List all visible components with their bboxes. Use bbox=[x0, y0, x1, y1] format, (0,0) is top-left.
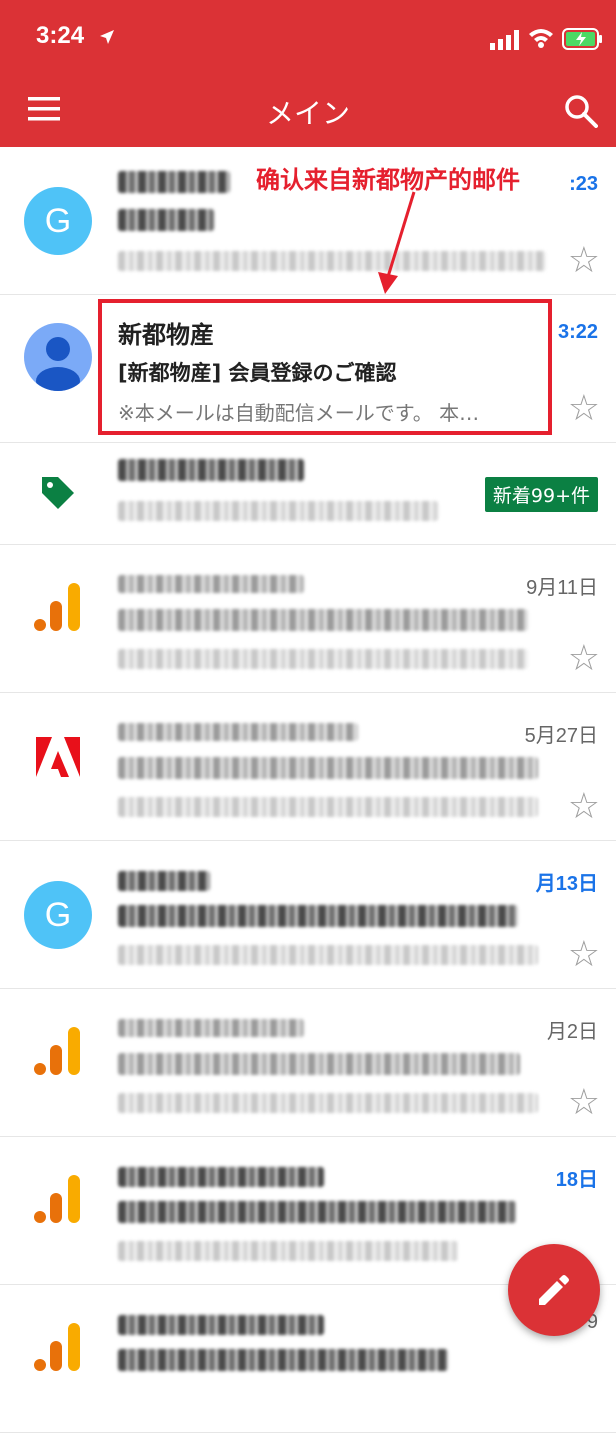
person-icon bbox=[36, 337, 80, 391]
wifi-icon bbox=[529, 29, 553, 48]
email-row[interactable]: 新都物産 [新都物産] 会員登録のご確認 ※本メールは自動配信メールです。 本…… bbox=[0, 295, 616, 443]
redacted-snippet bbox=[118, 251, 546, 271]
redacted-sender bbox=[118, 871, 210, 891]
email-row[interactable]: G 月13日 ☆ bbox=[0, 841, 616, 989]
redacted-label bbox=[118, 459, 304, 481]
email-time: 18日 bbox=[555, 1169, 598, 1191]
email-row[interactable]: 5月27日 ☆ bbox=[0, 693, 616, 841]
avatar: G bbox=[24, 187, 92, 255]
email-time: 5月27日 bbox=[524, 725, 598, 747]
analytics-icon bbox=[34, 1323, 80, 1371]
redacted-snippet bbox=[118, 1241, 458, 1261]
search-icon[interactable] bbox=[564, 94, 598, 128]
email-row[interactable]: 9月11日 ☆ bbox=[0, 545, 616, 693]
star-icon[interactable]: ☆ bbox=[568, 243, 600, 279]
email-sender: 新都物産 bbox=[118, 321, 214, 349]
redacted-subject bbox=[118, 905, 518, 927]
redacted-subject bbox=[118, 1349, 448, 1371]
tag-icon bbox=[42, 477, 74, 509]
status-time: 3:24 bbox=[36, 22, 85, 49]
new-count-badge: 新着99+件 bbox=[484, 477, 598, 512]
redacted-sender bbox=[118, 1167, 324, 1187]
email-subject: [新都物産] 会員登録のご確認 bbox=[118, 361, 397, 385]
redacted-sender bbox=[118, 171, 230, 193]
email-list: G :23 ☆ 新都物産 [新都物産] 会員登録のご確認 ※本メールは自動配信メ… bbox=[0, 147, 616, 1433]
avatar bbox=[24, 323, 92, 391]
redacted-subject bbox=[118, 609, 528, 631]
redacted-sender bbox=[118, 575, 304, 593]
analytics-icon bbox=[34, 1027, 80, 1075]
email-snippet: ※本メールは自動配信メールです。 本… bbox=[118, 401, 480, 425]
page-title: メイン bbox=[265, 97, 350, 130]
redacted-subject bbox=[118, 1053, 520, 1075]
redacted-snippet bbox=[118, 797, 538, 817]
avatar: G bbox=[24, 881, 92, 949]
star-icon[interactable]: ☆ bbox=[568, 937, 600, 973]
email-time: 月2日 bbox=[546, 1021, 598, 1043]
app-bar: 3:24 メイン bbox=[0, 0, 616, 147]
email-time: 9月11日 bbox=[526, 577, 598, 599]
redacted-snippet bbox=[118, 649, 528, 669]
redacted-sender bbox=[118, 723, 358, 741]
email-time: :23 bbox=[569, 173, 598, 195]
email-time: 3:22 bbox=[557, 321, 598, 343]
redacted-sender bbox=[118, 1019, 304, 1037]
star-icon[interactable]: ☆ bbox=[568, 1085, 600, 1121]
battery-icon bbox=[562, 28, 602, 50]
redacted-snippet bbox=[118, 1093, 538, 1113]
analytics-icon bbox=[34, 583, 80, 631]
redacted-sender bbox=[118, 1315, 324, 1335]
star-icon[interactable]: ☆ bbox=[568, 641, 600, 677]
redacted-subject bbox=[118, 1201, 516, 1223]
analytics-icon bbox=[34, 1175, 80, 1223]
location-arrow-icon bbox=[100, 30, 114, 44]
label-row[interactable]: 新着99+件 bbox=[0, 443, 616, 545]
signal-icon bbox=[490, 30, 519, 50]
annotation-arrow bbox=[378, 191, 416, 294]
email-row[interactable]: 月2日 ☆ bbox=[0, 989, 616, 1137]
star-icon[interactable]: ☆ bbox=[568, 391, 600, 427]
star-icon[interactable]: ☆ bbox=[568, 789, 600, 825]
redacted-subject bbox=[118, 209, 214, 231]
redacted-subject bbox=[118, 757, 538, 779]
compose-button[interactable] bbox=[508, 1244, 600, 1336]
email-time: 月13日 bbox=[535, 873, 598, 895]
redacted-snippet bbox=[118, 945, 538, 965]
adobe-icon bbox=[36, 737, 80, 777]
pencil-icon bbox=[539, 1275, 569, 1305]
redacted-senders bbox=[118, 501, 438, 521]
